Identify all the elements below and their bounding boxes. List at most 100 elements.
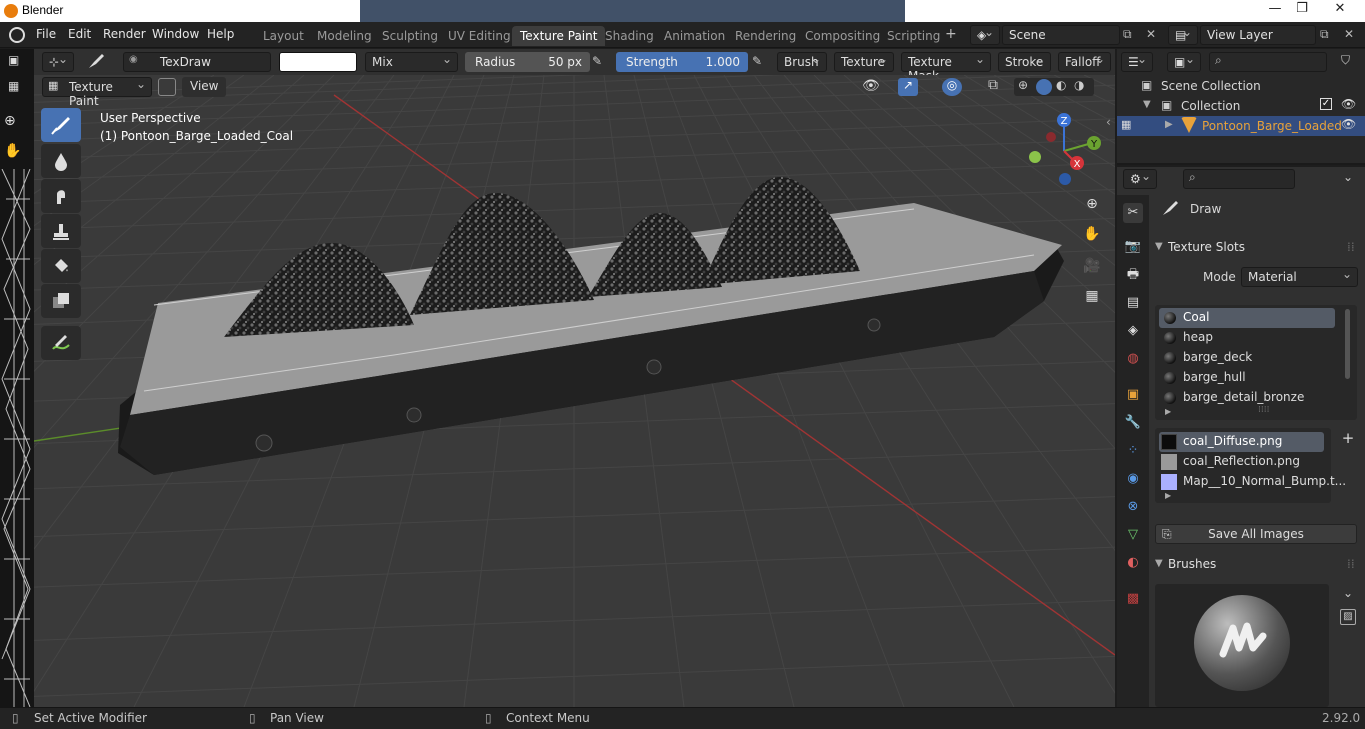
list-resize-handle-icon[interactable]: ⁞⁞⁞⁞: [1258, 405, 1269, 415]
world-tab-icon[interactable]: ◍: [1123, 349, 1143, 369]
tab-texture-paint[interactable]: Texture Paint: [512, 26, 606, 46]
scene-selector[interactable]: ◈: [970, 25, 1000, 45]
gizmo-toggle-icon[interactable]: ↗: [898, 78, 918, 96]
rendered-shading-icon[interactable]: ◑: [1074, 78, 1084, 92]
camera-icon[interactable]: 🎥: [1079, 253, 1105, 279]
collection-label[interactable]: Collection: [1181, 99, 1240, 113]
image-slot-coal-diffuse[interactable]: coal_Diffuse.png: [1159, 432, 1324, 452]
menu-file[interactable]: File: [36, 27, 56, 41]
stroke-menu[interactable]: Stroke: [998, 52, 1051, 72]
texture-mask-menu[interactable]: Texture Mask: [901, 52, 991, 83]
menu-render[interactable]: Render: [103, 27, 146, 41]
color-swatch[interactable]: [279, 52, 357, 72]
brush-menu[interactable]: Brush: [777, 52, 827, 72]
brushes-collapse-icon[interactable]: ▼: [1155, 558, 1163, 569]
new-view-layer-icon[interactable]: ⧉: [1320, 27, 1329, 42]
radius-pressure-icon[interactable]: ✎: [592, 54, 602, 68]
material-shading-icon[interactable]: ◐: [1056, 78, 1066, 92]
properties-editor-type[interactable]: ⚙: [1123, 169, 1157, 189]
list-expand-icon[interactable]: ▶: [1165, 407, 1171, 416]
menu-window[interactable]: Window: [152, 27, 199, 41]
blend-mode-dropdown[interactable]: Mix: [365, 52, 458, 72]
scene-collection-label[interactable]: Scene Collection: [1161, 79, 1261, 93]
strength-slider[interactable]: Strength 1.000: [616, 52, 748, 72]
grid-view-icon[interactable]: ▦: [1079, 283, 1105, 309]
editor-type-icon[interactable]: ▣: [8, 53, 19, 67]
display-mode-dropdown[interactable]: ▣: [1167, 52, 1201, 72]
close-icon[interactable]: ✕: [1316, 0, 1364, 20]
maximize-icon[interactable]: ❐: [1289, 0, 1315, 20]
smear-tool-button[interactable]: [41, 179, 81, 213]
draw-tool-button[interactable]: [41, 108, 81, 142]
physics-tab-icon[interactable]: ◉: [1123, 469, 1143, 489]
wireframe-shading-icon[interactable]: ⊕: [1018, 78, 1028, 92]
zoom-icon[interactable]: ⊕: [1079, 191, 1105, 217]
solid-shading-icon[interactable]: [1036, 79, 1052, 95]
save-all-images-button[interactable]: ⎘ Save All Images: [1155, 524, 1357, 544]
properties-search-input[interactable]: [1183, 169, 1295, 189]
modifier-tab-icon[interactable]: 🔧: [1123, 413, 1143, 433]
layout-icon[interactable]: ▦: [8, 79, 19, 93]
brushes-header[interactable]: Brushes: [1168, 557, 1216, 571]
fill-tool-button[interactable]: [41, 249, 81, 283]
radius-slider[interactable]: Radius 50 px: [465, 52, 590, 72]
tab-animation[interactable]: Animation: [656, 26, 733, 46]
texture-mode-dropdown[interactable]: Material: [1241, 267, 1358, 287]
image-slot-normal-bump[interactable]: Map__10_Normal_Bump.t...: [1159, 472, 1346, 492]
tab-modeling[interactable]: Modeling: [309, 26, 380, 46]
tab-sculpting[interactable]: Sculpting: [374, 26, 446, 46]
object-name-label[interactable]: Pontoon_Barge_Loaded: [1202, 119, 1342, 133]
tab-uv-editing[interactable]: UV Editing: [440, 26, 519, 46]
constraints-tab-icon[interactable]: ⊗: [1123, 497, 1143, 517]
tab-layout[interactable]: Layout: [255, 26, 312, 46]
falloff-menu[interactable]: Falloff: [1058, 52, 1111, 72]
output-tab-icon[interactable]: 🖶: [1123, 265, 1143, 285]
navigation-gizmo[interactable]: Z Y X: [1024, 111, 1104, 191]
view-layer-tab-icon[interactable]: ▤: [1123, 293, 1143, 313]
strength-pressure-icon[interactable]: ✎: [752, 54, 762, 68]
mask-tool-button[interactable]: [41, 284, 81, 318]
material-slot-heap[interactable]: heap: [1159, 328, 1335, 348]
brush-name-field[interactable]: TexDraw: [123, 52, 271, 72]
delete-scene-icon[interactable]: ✕: [1146, 27, 1156, 41]
annotate-tool-button[interactable]: [41, 326, 81, 360]
texture-slots-header[interactable]: Texture Slots: [1168, 240, 1245, 254]
view-object-types-icon[interactable]: 👁: [862, 78, 880, 94]
texture-menu[interactable]: Texture: [834, 52, 894, 72]
menu-help[interactable]: Help: [207, 27, 234, 41]
pan-hand-icon[interactable]: ✋: [1079, 221, 1105, 247]
collection-checkbox[interactable]: ✓: [1320, 98, 1332, 110]
brush-image-icon[interactable]: ▨: [1340, 609, 1356, 625]
add-texture-icon[interactable]: +: [1339, 429, 1357, 447]
material-slot-barge-hull[interactable]: barge_hull: [1159, 368, 1335, 388]
material-slot-barge-deck[interactable]: barge_deck: [1159, 348, 1335, 368]
blender-menu-icon[interactable]: [9, 27, 25, 43]
tab-rendering[interactable]: Rendering: [727, 26, 804, 46]
collapse-arrow-icon[interactable]: ▼: [1143, 99, 1151, 110]
image-list-expand-icon[interactable]: ▶: [1165, 491, 1171, 500]
object-tab-icon[interactable]: ▣: [1123, 385, 1143, 405]
view-layer-field[interactable]: View Layer: [1200, 25, 1316, 45]
brush-list-chevron-icon[interactable]: ⌄: [1340, 586, 1356, 602]
tool-tab-icon[interactable]: ✂: [1123, 203, 1143, 223]
material-tab-icon[interactable]: ◐: [1123, 553, 1143, 573]
new-scene-icon[interactable]: ⧉: [1123, 27, 1132, 42]
hand-icon[interactable]: ✋: [4, 143, 21, 159]
mode-dropdown[interactable]: Texture Paint: [42, 77, 152, 108]
tab-shading[interactable]: Shading: [597, 26, 662, 46]
material-slot-coal[interactable]: Coal: [1159, 308, 1335, 328]
tab-compositing[interactable]: Compositing: [797, 26, 888, 46]
outliner-editor-type[interactable]: ☰: [1121, 52, 1153, 72]
view-layer-selector[interactable]: ▤: [1168, 25, 1198, 45]
outliner-search-input[interactable]: [1209, 52, 1327, 72]
texture-slots-collapse-icon[interactable]: ▼: [1155, 241, 1163, 252]
particles-tab-icon[interactable]: ⁘: [1123, 441, 1143, 461]
panel-drag-handle-icon[interactable]: ⁞⁞: [1347, 240, 1355, 254]
sidebar-toggle-icon[interactable]: ‹: [1106, 115, 1111, 129]
expand-arrow-icon[interactable]: ▶: [1165, 119, 1173, 130]
scene-name-field[interactable]: Scene: [1002, 25, 1120, 45]
list-scrollbar[interactable]: [1345, 309, 1350, 379]
image-slot-coal-reflection[interactable]: coal_Reflection.png: [1159, 452, 1324, 472]
tab-scripting[interactable]: Scripting: [879, 26, 948, 46]
xray-toggle-icon[interactable]: ⧉: [988, 77, 998, 93]
